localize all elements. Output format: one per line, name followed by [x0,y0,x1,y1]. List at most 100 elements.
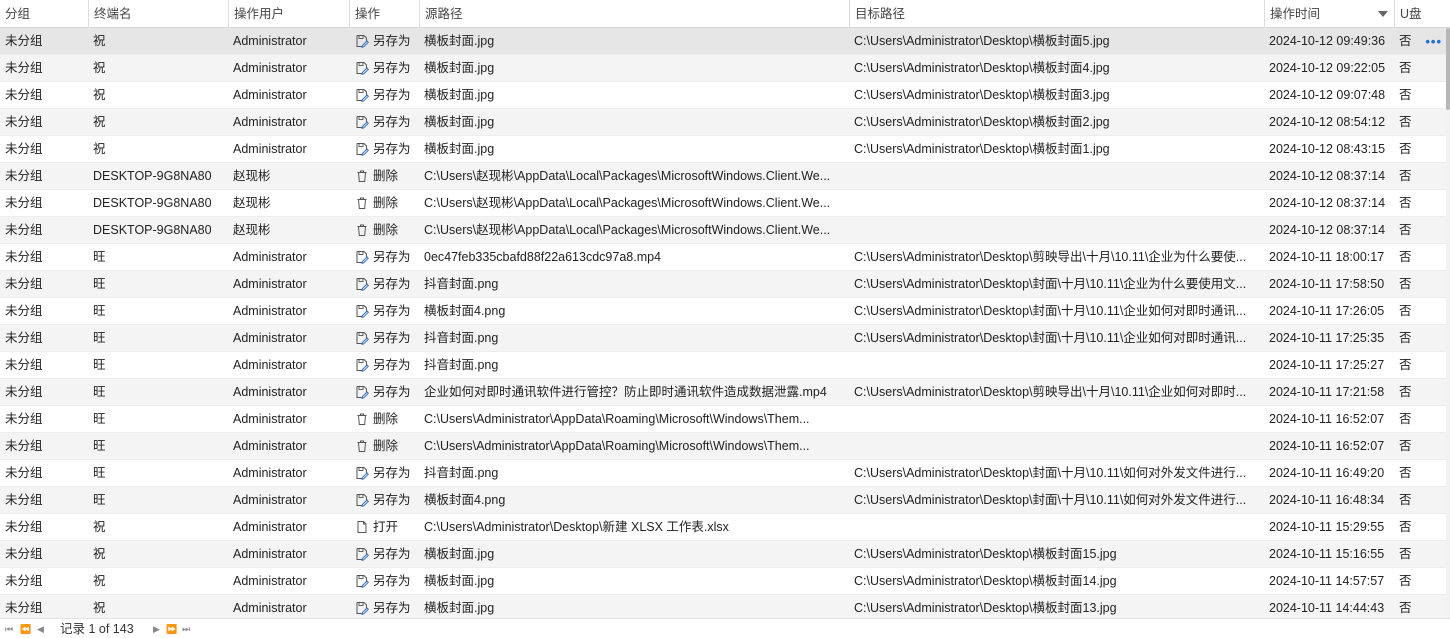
table-row[interactable]: 未分组 DESKTOP-9G8NA80 赵现彬 删除 C:\Users\赵现彬\AppD… [0,190,1446,217]
cell-operation: 另存为 [349,568,419,595]
table-row[interactable]: 未分组 旺 Administrator 另存为 抖音封面.png C:\Users\Adm… [0,325,1446,352]
next-record-icon[interactable]: ▶ [153,622,160,636]
cell-usb: 否 [1399,466,1412,480]
column-header-terminal[interactable]: 终端名 [88,0,228,28]
cell-group: 未分组 [5,466,43,480]
cell-terminal: 旺 [93,493,106,507]
cell-terminal: 旺 [93,439,106,453]
table-row[interactable]: 未分组 旺 Administrator 删除 C:\Users\Administrato… [0,433,1446,460]
table-row[interactable]: 未分组 旺 Administrator 另存为 横板封面4.png C:\Users\Ad… [0,298,1446,325]
cell-usb: 否 [1399,331,1412,345]
cell-terminal: 祝 [93,520,106,534]
operation-label: 另存为 [373,88,411,102]
sort-desc-icon[interactable] [1378,11,1388,17]
cell-usb: 否 [1399,574,1412,588]
cell-group: 未分组 [5,574,43,588]
last-record-icon[interactable]: ⏭ [182,622,190,636]
cell-user: Administrator [233,88,307,102]
table-row[interactable]: 未分组 DESKTOP-9G8NA80 赵现彬 删除 C:\Users\赵现彬\AppD… [0,163,1446,190]
cell-terminal: DESKTOP-9G8NA80 [93,169,212,183]
table-row[interactable]: 未分组 旺 Administrator 另存为 抖音封面.png C:\Users\Adm… [0,460,1446,487]
more-options-icon[interactable]: ••• [1425,28,1442,55]
cell-operation: 另存为 [349,82,419,109]
cell-terminal: DESKTOP-9G8NA80 [93,223,212,237]
cell-user: Administrator [233,493,307,507]
cell-target-path: C:\Users\Administrator\Desktop\横板封面15.jp… [854,547,1117,561]
cell-group: 未分组 [5,493,43,507]
table-row[interactable]: 未分组 祝 Administrator 另存为 横板封面.jpg C:\Users\Adm… [0,109,1446,136]
cell-user: Administrator [233,385,307,399]
cell-time: 2024-10-12 08:43:15 [1269,142,1386,156]
cell-source-path: 横板封面.jpg [424,61,495,75]
cell-source-path: C:\Users\赵现彬\AppData\Local\Packages\Micr… [424,169,831,183]
column-header-time-label: 操作时间 [1270,7,1321,21]
cell-time: 2024-10-11 17:25:27 [1269,358,1385,372]
previous-page-icon[interactable]: ⏪ [20,622,31,636]
cell-operation: 打开 [349,514,419,541]
cell-group: 未分组 [5,520,43,534]
operation-label: 另存为 [373,493,411,507]
column-header-group[interactable]: 分组 [0,0,88,28]
cell-usb: 否 [1399,439,1412,453]
cell-operation: 另存为 [349,541,419,568]
cell-target-path: C:\Users\Administrator\Desktop\横板封面13.jp… [854,601,1117,615]
cell-source-path: 0ec47feb335cbafd88f22a613cdc97a8.mp4 [424,250,662,264]
table-row[interactable]: 未分组 祝 Administrator 打开 C:\Users\Administrato… [0,514,1446,541]
cell-group: 未分组 [5,331,43,345]
table-row[interactable]: 未分组 DESKTOP-9G8NA80 赵现彬 删除 C:\Users\赵现彬\AppD… [0,217,1446,244]
cell-terminal: 旺 [93,277,106,291]
cell-usb: 否 [1399,358,1412,372]
cell-group: 未分组 [5,34,43,48]
cell-time: 2024-10-12 08:54:12 [1269,115,1386,129]
first-record-icon[interactable]: ⏮ [5,622,13,636]
vertical-scrollbar-track[interactable] [1446,28,1450,618]
table-row[interactable]: 未分组 祝 Administrator 另存为 横板封面.jpg C:\Users\Adm… [0,82,1446,109]
table-row[interactable]: 未分组 祝 Administrator 另存为 横板封面.jpg C:\Users\Adm… [0,28,1446,55]
table-row[interactable]: 未分组 旺 Administrator 删除 C:\Users\Administrato… [0,406,1446,433]
table-row[interactable]: 未分组 旺 Administrator 另存为 横板封面4.png C:\Users\Ad… [0,487,1446,514]
operation-label: 删除 [373,412,399,426]
cell-source-path: C:\Users\Administrator\AppData\Roaming\M… [424,412,810,426]
table-row[interactable]: 未分组 祝 Administrator 另存为 横板封面.jpg C:\Users\Adm… [0,568,1446,595]
cell-time: 2024-10-12 08:37:14 [1269,169,1386,183]
cell-target-path: C:\Users\Administrator\Desktop\剪映导出\十月\1… [854,385,1247,399]
column-header-usb[interactable]: U盘 [1394,0,1450,28]
previous-record-icon[interactable]: ◀ [37,622,44,636]
cell-user: Administrator [233,358,307,372]
cell-user: Administrator [233,331,307,345]
table-row[interactable]: 未分组 旺 Administrator 另存为 抖音封面.png 2024-10-11 1… [0,352,1446,379]
column-header-user[interactable]: 操作用户 [228,0,349,28]
table-row[interactable]: 未分组 祝 Administrator 另存为 横板封面.jpg C:\Users\Adm… [0,595,1446,618]
cell-operation: 另存为 [349,55,419,82]
cell-group: 未分组 [5,250,43,264]
cell-user: Administrator [233,466,307,480]
table-row[interactable]: 未分组 祝 Administrator 另存为 横板封面.jpg C:\Users\Adm… [0,136,1446,163]
cell-terminal: 旺 [93,385,106,399]
column-header-target-path[interactable]: 目标路径 [849,0,1264,28]
table-row[interactable]: 未分组 祝 Administrator 另存为 横板封面.jpg C:\Users\Adm… [0,541,1446,568]
table-row[interactable]: 未分组 旺 Administrator 另存为 0ec47feb335cbafd88f2… [0,244,1446,271]
cell-group: 未分组 [5,412,43,426]
operation-label: 删除 [373,439,399,453]
next-page-icon[interactable]: ⏩ [166,622,177,636]
cell-operation: 删除 [349,406,419,433]
cell-target-path: C:\Users\Administrator\Desktop\横板封面14.jp… [854,574,1117,588]
cell-time: 2024-10-11 16:52:07 [1269,412,1385,426]
table-row[interactable]: 未分组 祝 Administrator 另存为 横板封面.jpg C:\Users\Adm… [0,55,1446,82]
operation-label: 另存为 [373,601,411,615]
column-header-operation[interactable]: 操作 [349,0,419,28]
cell-terminal: 祝 [93,142,106,156]
cell-usb: 否 [1399,61,1412,75]
cell-operation: 另存为 [349,595,419,618]
cell-user: Administrator [233,277,307,291]
cell-time: 2024-10-11 17:26:05 [1269,304,1385,318]
column-header-time[interactable]: 操作时间 [1264,0,1394,28]
cell-source-path: 横板封面.jpg [424,88,495,102]
operation-label: 另存为 [373,574,411,588]
table-row[interactable]: 未分组 旺 Administrator 另存为 抖音封面.png C:\Users\Adm… [0,271,1446,298]
cell-user: Administrator [233,142,307,156]
vertical-scrollbar-thumb[interactable] [1446,28,1450,110]
cell-terminal: 祝 [93,115,106,129]
table-row[interactable]: 未分组 旺 Administrator 另存为 企业如何对即时通讯软件进行管控？防止即时… [0,379,1446,406]
column-header-source-path[interactable]: 源路径 [419,0,849,28]
